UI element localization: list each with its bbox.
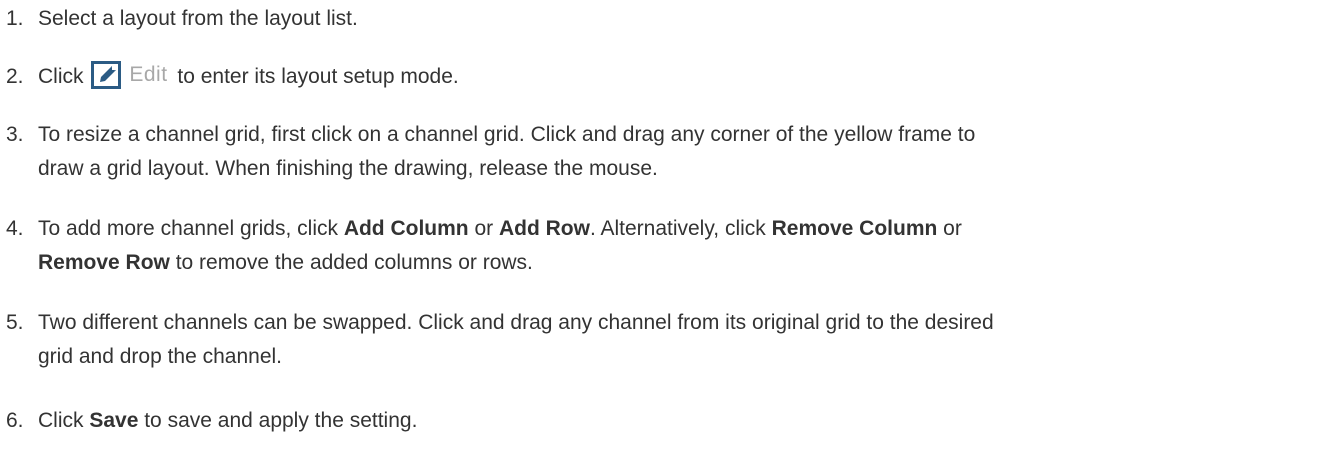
step-text-line-1: Two different channels can be swapped. C… (38, 311, 994, 334)
step-text-fragment: To add more channel grids, click (38, 217, 344, 240)
step-text-before: Click (38, 65, 90, 88)
step-3: 3. To resize a channel grid, first click… (0, 118, 1328, 186)
step-number: 1. (6, 7, 24, 30)
step-number: 3. (6, 123, 24, 146)
step-text-after: to enter its layout setup mode. (177, 65, 459, 88)
edit-pencil-icon (91, 61, 122, 90)
step-4: 4. To add more channel grids, click Add … (0, 212, 1328, 280)
edit-label: Edit (129, 63, 168, 87)
step-text: Select a layout from the layout list. (38, 7, 358, 30)
step-text: To resize a channel grid, first click on… (38, 118, 1328, 186)
step-number: 4. (6, 217, 24, 240)
step-text: Click Edit to enter its layout setup mod… (38, 60, 1328, 94)
step-text: To add more channel grids, click Add Col… (38, 212, 1328, 280)
step-text-line-2: draw a grid layout. When finishing the d… (38, 157, 658, 180)
step-6: 6. Click Save to save and apply the sett… (0, 404, 1328, 438)
step-text-fragment: to save and apply the setting. (138, 409, 418, 432)
add-row-label: Add Row (498, 217, 590, 240)
step-text: Click Save to save and apply the setting… (38, 404, 1328, 438)
instruction-steps: 1. Select a layout from the layout list.… (0, 0, 1339, 452)
save-label: Save (89, 409, 139, 432)
step-number: 2. (6, 65, 24, 88)
remove-row-label: Remove Row (38, 251, 170, 274)
step-2: 2. Click Edit to enter its layout setup … (0, 60, 1328, 94)
step-text-fragment: Click (38, 409, 90, 432)
step-text-line-2: grid and drop the channel. (38, 345, 283, 368)
step-5: 5. Two different channels can be swapped… (0, 306, 1328, 374)
edit-button-inline: Edit (91, 58, 167, 92)
step-number: 5. (6, 311, 24, 334)
step-1: 1. Select a layout from the layout list. (0, 2, 1328, 36)
step-text: Two different channels can be swapped. C… (38, 306, 1328, 374)
step-text-fragment: . Alternatively, click (589, 217, 772, 240)
remove-column-label: Remove Column (771, 217, 938, 240)
add-column-label: Add Column (343, 217, 469, 240)
step-text-line-1: To resize a channel grid, first click on… (38, 123, 976, 146)
step-text-fragment: or (937, 217, 962, 240)
step-number: 6. (6, 409, 24, 432)
step-text-fragment: or (468, 217, 499, 240)
step-text-fragment: to remove the added columns or rows. (169, 251, 533, 274)
